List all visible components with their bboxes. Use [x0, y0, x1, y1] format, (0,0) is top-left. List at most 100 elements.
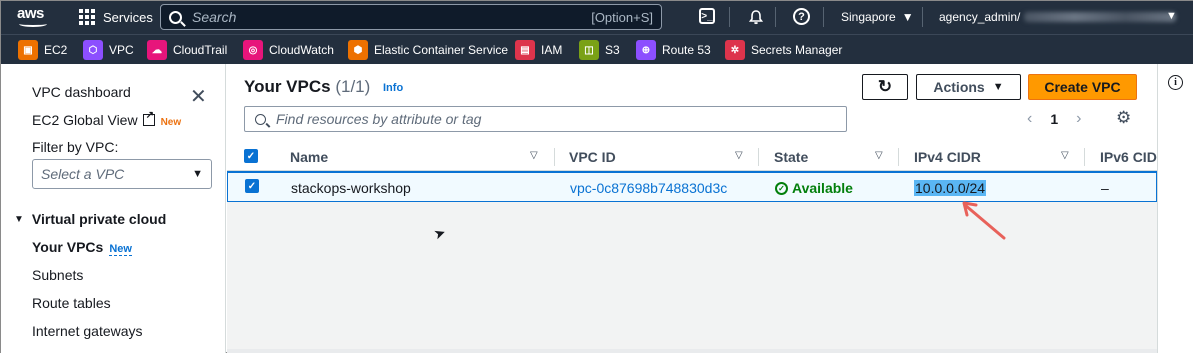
favorite-label: CloudTrail: [173, 43, 228, 57]
region-label: Singapore: [841, 10, 896, 24]
search-icon: [255, 113, 266, 125]
vpc-filter-placeholder: Select a VPC: [41, 166, 125, 182]
favorite-cloudtrail[interactable]: ☁ CloudTrail: [147, 40, 227, 60]
sidebar-item-ec2-global-view[interactable]: EC2 Global View New: [32, 110, 182, 128]
search-shortcut-hint: [Option+S]: [591, 9, 653, 25]
redacted-account-id: [1024, 12, 1177, 22]
current-page[interactable]: 1: [1050, 111, 1058, 127]
caret-down-icon[interactable]: ▼: [1166, 10, 1177, 22]
nav-divider: [775, 7, 776, 27]
sidebar-item-label: EC2 Global View: [32, 112, 138, 128]
aws-logo-text: aws: [17, 5, 44, 22]
favorites-bar: ▣ EC2 ⬡ VPC ☁ CloudTrail ◎ CloudWatch ⬢ …: [1, 34, 1193, 64]
account-label: agency_admin/: [939, 10, 1021, 24]
global-search[interactable]: [Option+S]: [160, 4, 662, 30]
column-divider[interactable]: [758, 148, 759, 166]
column-header-vpc-id[interactable]: VPC ID: [569, 149, 616, 165]
info-icon[interactable]: i: [1168, 75, 1183, 90]
state-label: Available: [792, 180, 853, 196]
favorite-label: Elastic Container Service: [374, 43, 509, 57]
sidebar-item-internet-gateways[interactable]: Internet gateways: [32, 323, 143, 339]
tools-panel: i: [1157, 64, 1193, 353]
cell-ipv4-cidr[interactable]: 10.0.0.0/24: [914, 180, 987, 196]
sidebar-item-label: Your VPCs: [32, 239, 104, 255]
sort-caret-icon[interactable]: ▽: [1061, 150, 1069, 161]
chevron-right-icon[interactable]: ›: [1076, 110, 1081, 128]
account-menu[interactable]: agency_admin/: [939, 10, 1177, 24]
column-divider[interactable]: [898, 148, 899, 166]
new-badge: New: [160, 117, 182, 128]
sort-caret-icon[interactable]: ▽: [530, 150, 538, 161]
favorite-iam[interactable]: ▤ IAM: [515, 40, 562, 60]
chevron-left-icon[interactable]: ‹: [1027, 110, 1032, 128]
favorite-secrets-manager[interactable]: ✲ Secrets Manager: [725, 40, 842, 60]
column-header-state[interactable]: State: [774, 149, 808, 165]
table-row[interactable]: ✓ stackops-workshop vpc-0c87698b748830d3…: [227, 171, 1157, 202]
favorite-cloudwatch[interactable]: ◎ CloudWatch: [243, 40, 334, 60]
section-virtual-private-cloud[interactable]: ▼ Virtual private cloud: [14, 211, 166, 227]
favorite-label: VPC: [109, 43, 134, 57]
split-panel-bar[interactable]: [227, 349, 1157, 353]
notifications-bell-icon[interactable]: [747, 8, 765, 26]
sidebar-item-vpc-dashboard[interactable]: VPC dashboard: [32, 84, 131, 100]
ec2-icon: ▣: [18, 40, 38, 60]
favorite-ec2[interactable]: ▣ EC2: [18, 40, 67, 60]
cloudtrail-icon: ☁: [147, 40, 167, 60]
column-divider[interactable]: [1084, 148, 1085, 166]
sidebar-item-subnets[interactable]: Subnets: [32, 267, 83, 283]
resource-filter[interactable]: [244, 106, 847, 132]
sidebar-item-your-vpcs[interactable]: Your VPCs New: [32, 239, 132, 256]
row-checkbox[interactable]: ✓: [245, 179, 259, 193]
sidebar-item-route-tables[interactable]: Route tables: [32, 295, 111, 311]
help-icon[interactable]: ?: [793, 8, 810, 25]
vpc-filter-select[interactable]: Select a VPC ▼: [32, 159, 212, 189]
caret-down-icon: ▼: [992, 81, 1004, 93]
cloudshell-icon[interactable]: >_: [699, 8, 715, 24]
services-label: Services: [103, 9, 153, 25]
resource-filter-input[interactable]: [276, 111, 836, 127]
nav-divider: [922, 7, 923, 27]
new-badge: New: [109, 243, 132, 256]
favorite-label: Secrets Manager: [751, 43, 843, 57]
global-search-input[interactable]: [192, 9, 592, 25]
sort-caret-icon[interactable]: ▽: [735, 150, 743, 161]
section-label: Virtual private cloud: [31, 211, 167, 227]
actions-dropdown-button[interactable]: Actions ▼: [916, 74, 1021, 100]
caret-down-icon: ▼: [192, 168, 203, 180]
aws-logo[interactable]: aws: [17, 5, 51, 31]
s3-icon: ◫: [579, 40, 599, 60]
favorite-vpc[interactable]: ⬡ VPC: [83, 40, 134, 60]
actions-label: Actions: [933, 79, 985, 95]
pagination: ‹ 1 ›: [1027, 110, 1081, 128]
nav-divider: [729, 7, 730, 27]
sort-caret-icon[interactable]: ▽: [875, 150, 883, 161]
info-link[interactable]: Info: [383, 82, 403, 94]
favorite-label: CloudWatch: [269, 43, 334, 57]
favorite-route53[interactable]: ⊕ Route 53: [636, 40, 711, 60]
gear-icon[interactable]: ⚙: [1116, 108, 1131, 128]
column-divider[interactable]: [554, 148, 555, 166]
region-selector[interactable]: Singapore ▼: [841, 10, 914, 24]
refresh-button[interactable]: ↻: [862, 74, 908, 100]
favorite-ecs[interactable]: ⬢ Elastic Container Service: [348, 40, 508, 60]
favorite-s3[interactable]: ◫ S3: [579, 40, 620, 60]
top-navigation: aws Services [Option+S] >_ ? Singapore ▼…: [1, 1, 1193, 34]
column-header-ipv6-cidr[interactable]: IPv6 CIDR: [1100, 149, 1157, 165]
aws-smile-icon: [19, 21, 47, 27]
column-header-name[interactable]: Name: [290, 149, 328, 165]
main-content: Your VPCs (1/1) Info ↻ Actions ▼ Create …: [227, 64, 1157, 353]
cloudwatch-icon: ◎: [243, 40, 263, 60]
selection-count: (1/1): [335, 77, 371, 96]
column-header-ipv4-cidr[interactable]: IPv4 CIDR: [914, 149, 981, 165]
close-icon[interactable]: ✕: [190, 84, 207, 109]
cell-vpc-id-link[interactable]: vpc-0c87698b748830d3c: [570, 180, 727, 196]
side-navigation: ✕ VPC dashboard EC2 Global View New Filte…: [1, 64, 226, 353]
table-header-row: ✓ Name ▽ VPC ID ▽ State ▽ IPv4 CIDR ▽ IP…: [227, 142, 1157, 171]
nav-divider: [823, 7, 824, 27]
filter-by-vpc-label: Filter by VPC:: [32, 139, 119, 155]
services-menu-button[interactable]: Services: [79, 9, 153, 25]
cell-name: stackops-workshop: [291, 180, 411, 196]
create-vpc-button[interactable]: Create VPC: [1028, 74, 1137, 100]
annotation-arrow-icon: [962, 201, 1006, 240]
select-all-checkbox[interactable]: ✓: [244, 149, 258, 163]
